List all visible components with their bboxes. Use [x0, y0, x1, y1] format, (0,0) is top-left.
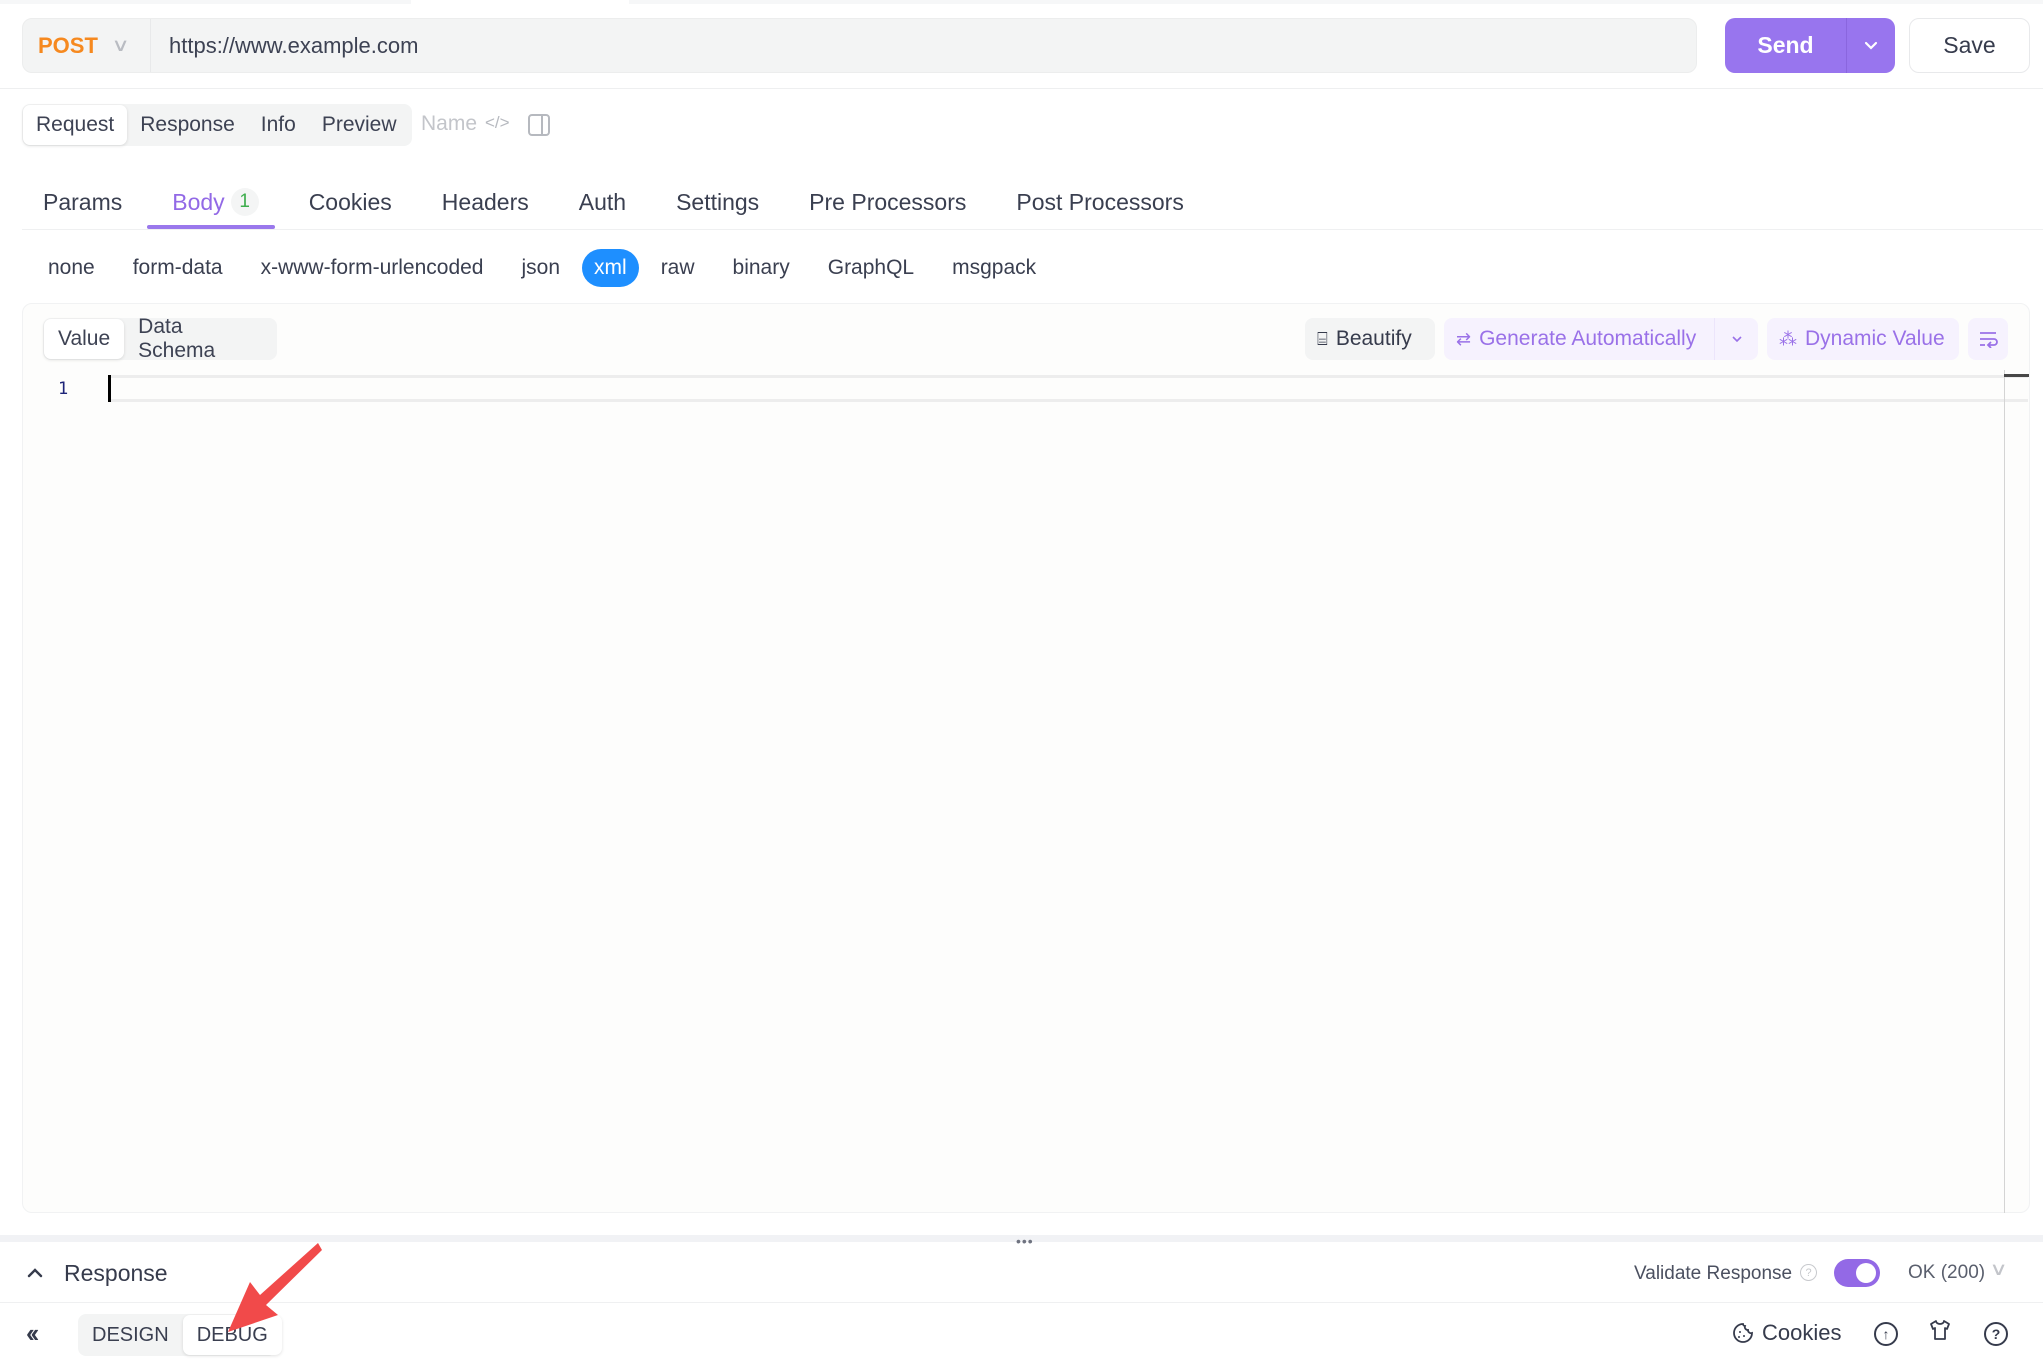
editor-scrollbar[interactable] [2004, 370, 2005, 1213]
tab-pre-processors[interactable]: Pre Processors [809, 176, 966, 228]
send-button-group: Send [1725, 18, 1895, 73]
response-status-select[interactable]: OK (200) [1908, 1262, 1985, 1284]
generate-options-button[interactable] [1714, 318, 1758, 360]
chevron-down-icon[interactable]: ∨ [1989, 1259, 2007, 1280]
toggle-knob [1856, 1263, 1876, 1283]
body-type-xml[interactable]: xml [582, 249, 639, 287]
body-type-msgpack[interactable]: msgpack [936, 249, 1052, 287]
help-icon[interactable]: ? [1984, 1322, 2008, 1346]
refresh-icon: ⇄ [1456, 328, 1472, 349]
tab-settings[interactable]: Settings [676, 176, 759, 228]
generate-automatically-button[interactable]: ⇄ Generate Automatically [1444, 318, 1714, 360]
chevron-up-icon[interactable] [26, 1262, 44, 1285]
body-count-badge: 1 [230, 188, 259, 216]
send-button[interactable]: Send [1725, 18, 1846, 73]
body-type-urlencoded[interactable]: x-www-form-urlencoded [245, 249, 500, 287]
collapse-sidebar-icon[interactable]: ‹‹ [26, 1318, 39, 1349]
body-type-selector: none form-data x-www-form-urlencoded jso… [32, 248, 1058, 288]
wrap-icon [1980, 332, 1998, 348]
word-wrap-button[interactable] [1968, 318, 2008, 360]
body-type-binary[interactable]: binary [717, 249, 806, 287]
tab-params[interactable]: Params [43, 176, 122, 228]
drag-handle-icon[interactable]: ••• [1016, 1233, 1034, 1249]
send-options-button[interactable] [1846, 18, 1895, 73]
body-type-form-data[interactable]: form-data [117, 249, 239, 287]
divider [22, 229, 2043, 230]
tab-label: Post Processors [1016, 188, 1184, 215]
body-editor-card [22, 303, 2030, 1213]
view-tab-preview[interactable]: Preview [309, 105, 410, 145]
tab-label: Params [43, 188, 123, 215]
response-title: Response [64, 1260, 168, 1286]
generate-label: Generate Automatically [1479, 327, 1697, 350]
annotation-arrow-icon [228, 1243, 322, 1332]
tab-headers[interactable]: Headers [442, 176, 529, 228]
active-tab-gap [411, 0, 629, 4]
magic-wand-icon: ⁂ [1779, 328, 1797, 349]
tab-label: Headers [441, 188, 529, 215]
body-type-graphql[interactable]: GraphQL [812, 249, 930, 287]
view-tabs: Request Response Info Preview [22, 104, 412, 146]
editor-mode-tabs: Value Data Schema [43, 315, 277, 362]
tab-label: Pre Processors [809, 188, 967, 215]
code-icon[interactable]: </> [485, 113, 510, 133]
view-tab-response[interactable]: Response [127, 105, 248, 145]
method-select[interactable]: POST ∨ [23, 19, 151, 72]
dynamic-label: Dynamic Value [1805, 327, 1945, 350]
tab-auth[interactable]: Auth [579, 176, 626, 228]
body-type-none[interactable]: none [32, 249, 111, 287]
mode-tab-value[interactable]: Value [44, 319, 125, 359]
body-type-json[interactable]: json [505, 249, 576, 287]
chevron-down-icon: ∨ [111, 35, 130, 55]
url-input[interactable] [151, 32, 1696, 59]
text-cursor [108, 375, 111, 402]
tab-body[interactable]: Body 1 [172, 176, 259, 228]
view-tab-request[interactable]: Request [23, 105, 128, 145]
line-number: 1 [58, 379, 69, 399]
method-label: POST [38, 32, 98, 58]
view-tab-info[interactable]: Info [248, 105, 309, 145]
name-input[interactable]: Name [421, 112, 477, 136]
divider [0, 88, 2043, 89]
dynamic-value-button[interactable]: ⁂ Dynamic Value [1767, 318, 1959, 360]
scroll-position-marker [2004, 374, 2029, 377]
active-line-highlight [108, 375, 2028, 402]
save-button[interactable]: Save [1909, 18, 2030, 73]
url-bar: POST ∨ [22, 18, 1697, 73]
cookies-button[interactable]: Cookies [1762, 1320, 1841, 1346]
side-panel-icon[interactable] [528, 114, 550, 136]
tab-label: Auth [578, 188, 627, 215]
upload-icon[interactable]: ↑ [1874, 1322, 1898, 1346]
broom-icon: ⌸ [1317, 328, 1328, 349]
validate-response-label: Validate Response [1634, 1263, 1793, 1284]
mode-design[interactable]: DESIGN [78, 1315, 183, 1355]
cookie-icon [1732, 1322, 1754, 1350]
request-tabs: Params Body 1 Cookies Headers Auth Settin… [22, 176, 1234, 228]
beautify-label: Beautify [1335, 327, 1412, 350]
validate-response-toggle[interactable] [1834, 1259, 1880, 1287]
tab-label: Cookies [308, 188, 392, 215]
generate-automatically-group: ⇄ Generate Automatically [1444, 318, 1758, 360]
beautify-button[interactable]: ⌸ Beautify [1305, 318, 1435, 360]
tab-strip [0, 0, 2043, 4]
tab-label: Settings [676, 188, 760, 215]
tab-cookies[interactable]: Cookies [309, 176, 392, 228]
tab-label: Body [172, 188, 225, 215]
mode-tab-data-schema[interactable]: Data Schema [124, 315, 276, 362]
help-icon[interactable]: ? [1800, 1264, 1817, 1281]
theme-shirt-icon[interactable] [1928, 1318, 1952, 1349]
chevron-down-icon [1864, 41, 1878, 50]
chevron-down-icon [1731, 336, 1742, 343]
tab-post-processors[interactable]: Post Processors [1016, 176, 1183, 228]
body-type-raw[interactable]: raw [645, 249, 711, 287]
